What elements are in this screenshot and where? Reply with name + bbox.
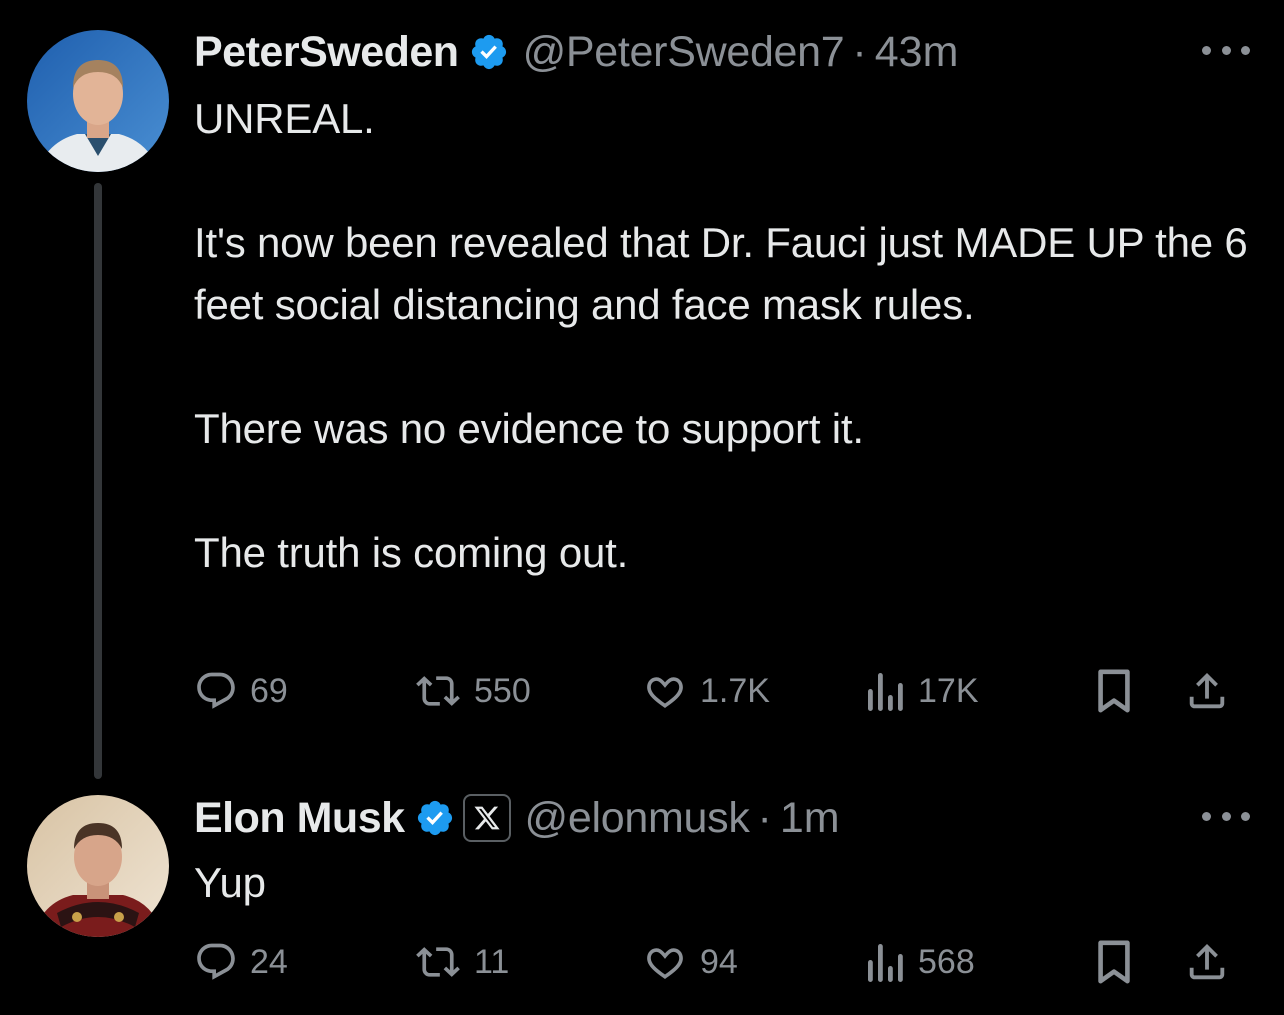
like-icon xyxy=(647,948,683,979)
thread-line xyxy=(94,183,102,779)
avatar[interactable] xyxy=(27,795,169,937)
share-icon xyxy=(1189,672,1225,709)
tweet-text: UNREAL. It's now been revealed that Dr. … xyxy=(194,95,1248,576)
reply-count: 69 xyxy=(250,671,288,710)
bookmark-button[interactable] xyxy=(1094,934,1134,990)
like-count: 94 xyxy=(700,942,738,981)
action-bar: 69 550 1.7K 17K xyxy=(194,663,1254,719)
like-button[interactable]: 1.7K xyxy=(642,663,770,719)
tweet-time[interactable]: 1m xyxy=(780,794,840,843)
repost-icon xyxy=(416,676,460,706)
more-icon[interactable] xyxy=(1202,40,1250,60)
views-button[interactable]: 17K xyxy=(866,663,979,719)
views-count: 17K xyxy=(918,671,979,710)
action-bar: 24 11 94 568 xyxy=(194,934,1254,990)
tweet-text: Yup xyxy=(194,859,266,906)
tweet-peter-sweden[interactable]: PeterSweden @PeterSweden7 · 43m UNREAL. … xyxy=(0,0,1284,780)
author-handle[interactable]: @PeterSweden7 xyxy=(523,28,845,77)
views-button[interactable]: 568 xyxy=(866,934,975,990)
more-icon[interactable] xyxy=(1202,806,1250,826)
like-count: 1.7K xyxy=(700,671,770,710)
bookmark-icon xyxy=(1098,940,1130,984)
separator-dot: · xyxy=(852,27,867,76)
reply-icon xyxy=(197,943,235,980)
reply-button[interactable]: 69 xyxy=(194,663,288,719)
repost-button[interactable]: 11 xyxy=(414,934,509,990)
bookmark-icon xyxy=(1098,669,1130,713)
x-affiliate-icon[interactable] xyxy=(462,794,511,842)
repost-count: 550 xyxy=(474,671,531,710)
reply-button[interactable]: 24 xyxy=(194,934,288,990)
repost-icon xyxy=(416,947,460,977)
author-name[interactable]: PeterSweden xyxy=(194,28,459,77)
reply-count: 24 xyxy=(250,942,288,981)
tweet-elon-musk[interactable]: Elon Musk @elonmusk · 1m Yup 24 11 94 56… xyxy=(0,780,1284,1015)
like-button[interactable]: 94 xyxy=(642,934,738,990)
tweet-header: Elon Musk @elonmusk · 1m xyxy=(194,788,840,848)
separator-dot: · xyxy=(757,793,772,842)
tweet-header: PeterSweden @PeterSweden7 · 43m xyxy=(194,22,958,82)
repost-count: 11 xyxy=(474,942,510,981)
verified-badge-icon[interactable] xyxy=(415,798,455,838)
share-icon xyxy=(1189,943,1225,980)
reply-icon xyxy=(197,672,235,709)
bookmark-button[interactable] xyxy=(1094,663,1134,719)
share-button[interactable] xyxy=(1184,934,1230,990)
verified-badge-icon[interactable] xyxy=(469,32,509,72)
views-icon xyxy=(868,944,903,982)
author-name[interactable]: Elon Musk xyxy=(194,794,405,843)
like-icon xyxy=(647,677,683,708)
tweet-time[interactable]: 43m xyxy=(875,28,959,77)
views-count: 568 xyxy=(918,942,975,981)
repost-button[interactable]: 550 xyxy=(414,663,531,719)
avatar[interactable] xyxy=(27,30,169,172)
views-icon xyxy=(868,673,903,711)
author-handle[interactable]: @elonmusk xyxy=(525,794,750,843)
share-button[interactable] xyxy=(1184,663,1230,719)
